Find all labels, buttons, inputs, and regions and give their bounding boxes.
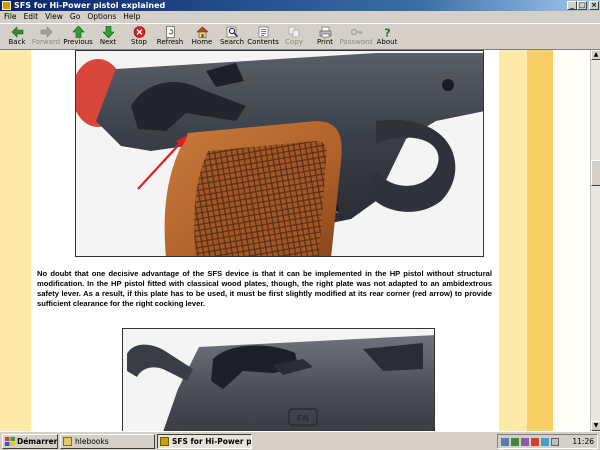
scroll-down-button[interactable]: ▼: [591, 421, 600, 431]
toolbar: Back Forward Previous Next Stop Refresh …: [0, 23, 600, 50]
printer-icon: [319, 26, 331, 38]
update-icon[interactable]: [511, 438, 519, 446]
forward-button[interactable]: Forward: [29, 25, 63, 49]
shield-icon[interactable]: [531, 438, 539, 446]
document-view: No doubt that one decisive advantage of …: [0, 50, 590, 431]
menu-view[interactable]: View: [42, 11, 66, 23]
refresh-icon: [165, 26, 175, 38]
previous-label: Previous: [63, 38, 93, 46]
pistol-grip-illustration: [76, 51, 483, 256]
next-label: Next: [99, 38, 117, 46]
print-label: Print: [316, 38, 334, 46]
article-paragraph: No doubt that one decisive advantage of …: [37, 269, 492, 308]
minimize-button[interactable]: _: [567, 1, 577, 10]
back-arrow-icon: [11, 26, 23, 38]
home-label: Home: [191, 38, 213, 46]
next-button[interactable]: Next: [91, 25, 125, 49]
app-icon: [2, 1, 11, 10]
monitor-icon[interactable]: [541, 438, 549, 446]
stop-button[interactable]: Stop: [122, 25, 156, 49]
contents-icon: [258, 26, 268, 38]
right-margin-blank: [553, 50, 590, 431]
windows-flag-icon: [5, 437, 15, 446]
home-icon: [195, 26, 209, 38]
folder-icon: [63, 437, 72, 446]
contents-label: Contents: [247, 38, 279, 46]
stop-label: Stop: [131, 38, 147, 46]
left-margin-band: [0, 50, 31, 431]
search-label: Search: [219, 38, 245, 46]
right-margin-band-dark: [527, 50, 553, 431]
svg-text:?: ?: [384, 27, 390, 39]
menu-options[interactable]: Options: [84, 11, 119, 23]
window-title: SFS for Hi-Power pistol explained: [14, 1, 166, 10]
pistol-frame-illustration: FN: [123, 329, 434, 431]
password-button[interactable]: Password: [339, 25, 373, 49]
password-label: Password: [339, 38, 373, 46]
copy-button[interactable]: Copy: [277, 25, 311, 49]
contents-button[interactable]: Contents: [246, 25, 280, 49]
copy-icon: [288, 26, 299, 38]
question-icon: ?: [384, 27, 390, 39]
menu-go[interactable]: Go: [67, 11, 83, 23]
network-icon[interactable]: [501, 438, 509, 446]
about-label: About: [376, 38, 398, 46]
up-arrow-icon: [71, 26, 85, 38]
start-button[interactable]: Démarrer: [2, 434, 58, 449]
forward-arrow-icon: [40, 26, 52, 38]
start-label: Démarrer: [17, 437, 58, 446]
taskbar: Démarrer hlebooks SFS for Hi-Power pisto…: [0, 431, 600, 450]
right-margin-band-light: [499, 50, 527, 431]
task-hlebooks[interactable]: hlebooks: [60, 434, 155, 449]
forward-label: Forward: [31, 38, 61, 46]
menu-file[interactable]: File: [1, 11, 20, 23]
down-arrow-icon: [101, 26, 115, 38]
scroll-thumb[interactable]: [591, 160, 600, 186]
menu-help[interactable]: Help: [120, 11, 143, 23]
pistol-grip-photo: [75, 50, 484, 257]
book-icon: [160, 437, 169, 446]
about-button[interactable]: ? About: [370, 25, 404, 49]
fn-logo: FN: [297, 414, 309, 423]
system-tray: 11:26: [497, 434, 598, 449]
clock[interactable]: 11:26: [572, 435, 594, 448]
pistol-frame-photo: FN: [122, 328, 435, 431]
task-hlebooks-label: hlebooks: [75, 437, 109, 446]
search-icon: [226, 26, 238, 38]
task-sfs-label: SFS for Hi-Power pisto...: [172, 437, 252, 446]
task-sfs-window[interactable]: SFS for Hi-Power pisto...: [157, 434, 252, 449]
print-button[interactable]: Print: [308, 25, 342, 49]
close-button[interactable]: ×: [589, 1, 599, 10]
menu-bar: File Edit View Go Options Help: [0, 11, 600, 23]
previous-button[interactable]: Previous: [61, 25, 95, 49]
speaker-icon[interactable]: [551, 438, 559, 446]
copy-label: Copy: [285, 38, 303, 46]
home-button[interactable]: Home: [185, 25, 219, 49]
vertical-scrollbar[interactable]: ▲ ▼: [590, 50, 600, 431]
app-tray-icon[interactable]: [521, 438, 529, 446]
refresh-button[interactable]: Refresh: [153, 25, 187, 49]
scroll-up-button[interactable]: ▲: [591, 50, 600, 60]
title-bar: SFS for Hi-Power pistol explained _ □ ×: [0, 0, 600, 11]
maximize-button[interactable]: □: [577, 1, 587, 10]
menu-edit[interactable]: Edit: [21, 11, 42, 23]
search-button[interactable]: Search: [215, 25, 249, 49]
key-icon: [350, 28, 362, 36]
stop-icon: [133, 26, 145, 38]
refresh-label: Refresh: [156, 38, 184, 46]
